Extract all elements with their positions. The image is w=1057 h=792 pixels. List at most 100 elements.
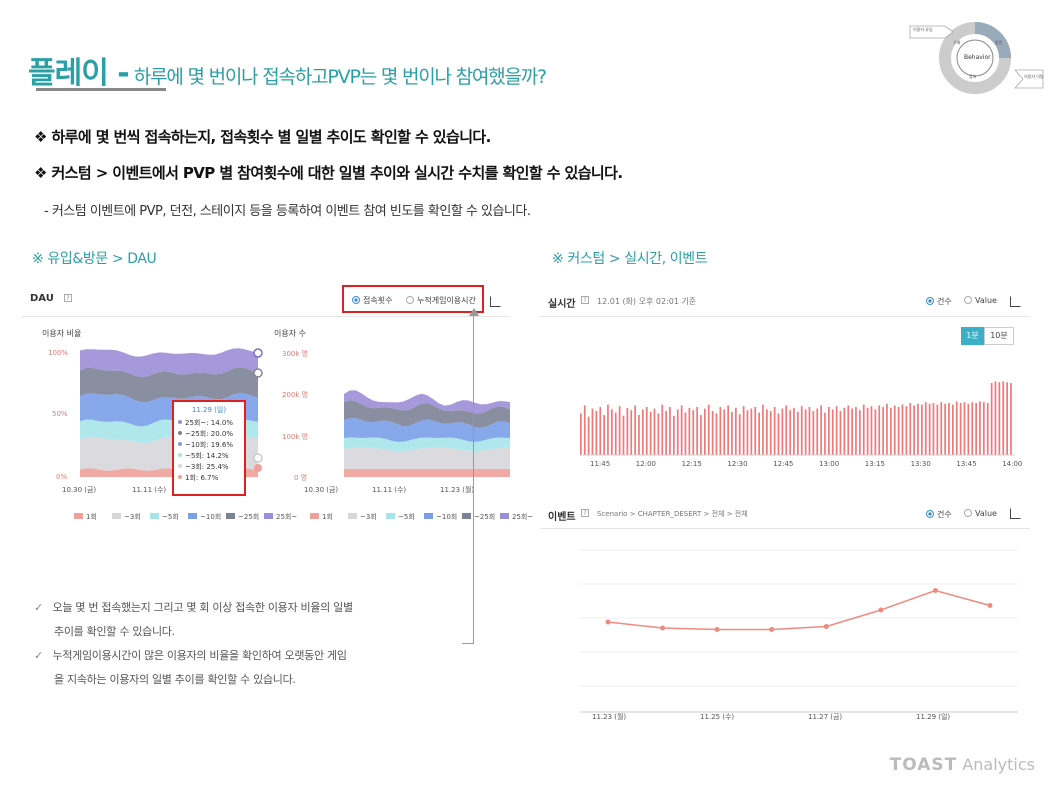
- realtime-bar: [638, 415, 640, 455]
- radio-on-icon: [926, 297, 934, 305]
- legend-swatch: [150, 513, 159, 519]
- help-icon[interactable]: ?: [581, 296, 589, 304]
- help-icon[interactable]: ?: [581, 509, 589, 517]
- legend-item[interactable]: ~10회: [424, 511, 462, 523]
- legend-swatch: [112, 513, 121, 519]
- realtime-xtick: 12:15: [681, 460, 702, 468]
- legend-label: ~3회: [124, 513, 141, 521]
- realtime-bar: [851, 408, 853, 455]
- behavior-label-inflow: 이용자 유입: [913, 27, 933, 32]
- c2-xtick-0: 10.30 (금): [304, 486, 339, 494]
- help-icon[interactable]: ?: [64, 294, 72, 302]
- realtime-bar: [676, 409, 679, 455]
- legend-item[interactable]: ~25회: [462, 511, 500, 523]
- realtime-bar: [921, 404, 923, 455]
- panel-divider: [540, 528, 1030, 529]
- legend-item[interactable]: 1회: [310, 511, 348, 523]
- legend-swatch: [74, 513, 83, 519]
- radio-playtime[interactable]: 누적게임이용시간: [406, 295, 476, 306]
- radio-visit-count[interactable]: 접속횟수: [352, 295, 392, 306]
- tooltip-row-text: 1회: 6.7%: [185, 474, 219, 482]
- legend-label: ~10회: [200, 513, 222, 521]
- external-link-icon[interactable]: [1010, 296, 1021, 307]
- realtime-bar: [766, 409, 768, 455]
- realtime-radio-value[interactable]: Value: [964, 296, 997, 305]
- realtime-bar: [781, 408, 784, 455]
- legend-item[interactable]: ~25회: [226, 511, 264, 523]
- legend-label: ~3회: [360, 513, 377, 521]
- check-text-2b: 을 지속하는 이용자의 일별 추이를 확인할 수 있습니다.: [54, 673, 296, 686]
- tooltip-row-text: ~3회: 25.4%: [185, 463, 229, 471]
- bullet-2: ❖ 커스텀 > 이벤트에서 PVP 별 참여횟수에 대한 일별 추이와 실시간 …: [34, 164, 623, 182]
- realtime-bar: [975, 403, 977, 455]
- legend-label: 1회: [86, 513, 97, 521]
- realtime-bar: [839, 411, 842, 455]
- c1-xtick-0: 10.30 (금): [62, 486, 97, 494]
- realtime-bar: [913, 405, 915, 455]
- chart2-legend: 1회 ~3회 ~5회 ~10회 ~25회 25회~: [310, 511, 533, 523]
- realtime-bar: [955, 401, 958, 455]
- legend-item[interactable]: ~3회: [348, 511, 386, 523]
- legend-swatch: [188, 513, 197, 519]
- behavior-label-visit: 방문: [995, 40, 1003, 45]
- event-xtick: 11.27 (금): [808, 713, 843, 721]
- realtime-bar: [661, 404, 664, 455]
- realtime-bar: [649, 411, 652, 455]
- hover-marker: [254, 464, 262, 472]
- tooltip-row-text: ~10회: 19.6%: [185, 441, 234, 449]
- external-link-icon[interactable]: [490, 296, 501, 307]
- title-sub: 하루에 몇 번이나 접속하고PVP는 몇 번이나 참여했을까?: [133, 66, 547, 88]
- realtime-bar: [793, 407, 795, 455]
- legend-item[interactable]: ~5회: [386, 511, 424, 523]
- toggle-1min[interactable]: 1분: [961, 327, 984, 345]
- realtime-bar: [630, 410, 633, 455]
- radio-on-icon: [352, 296, 360, 304]
- logo-product: Analytics: [962, 755, 1035, 774]
- legend-swatch: [310, 513, 319, 519]
- realtime-bar: [959, 403, 962, 455]
- legend-item[interactable]: ~5회: [150, 511, 188, 523]
- legend-label: ~10회: [436, 513, 458, 521]
- realtime-radio-count[interactable]: 건수: [926, 296, 952, 307]
- realtime-xtick: 12:30: [727, 460, 748, 468]
- legend-item[interactable]: 1회: [74, 511, 112, 523]
- chart2-title: 이용자 수: [274, 329, 306, 338]
- legend-item[interactable]: 25회~: [264, 511, 302, 523]
- sub-note: - 커스텀 이벤트에 PVP, 던전, 스테이지 등을 등록하여 이벤트 참여 …: [44, 204, 531, 219]
- realtime-bar: [797, 411, 799, 455]
- realtime-bar: [599, 407, 602, 455]
- realtime-bar: [735, 407, 737, 455]
- toast-analytics-logo: TOAST Analytics: [890, 755, 1035, 775]
- legend-item[interactable]: ~3회: [112, 511, 150, 523]
- checkmark-icon: ✓: [34, 649, 43, 662]
- chart-tooltip: 11.29 (일) 25회~: 14.0% ~25회: 20.0% ~10회: 19…: [172, 400, 246, 496]
- event-line-chart: [580, 549, 1018, 713]
- realtime-xtick: 13:00: [819, 460, 840, 468]
- external-link-icon[interactable]: [1010, 508, 1021, 519]
- realtime-bar: [862, 404, 865, 455]
- legend-label: 25회~: [512, 513, 534, 521]
- check-item-2: ✓ 누적게임이용시간이 많은 이용자의 비율을 확인하여 오랫동안 게임: [34, 644, 353, 668]
- realtime-bar: [800, 406, 803, 455]
- hover-marker: [253, 453, 263, 463]
- realtime-xtick: 13:45: [956, 460, 977, 468]
- arrow-up-icon: [469, 308, 479, 316]
- legend-item[interactable]: 25회~: [500, 511, 538, 523]
- realtime-bar: [715, 413, 718, 455]
- tooltip-row: ~25회: 20.0%: [178, 429, 240, 440]
- realtime-bar: [723, 409, 726, 455]
- realtime-bar: [696, 407, 698, 455]
- connector-line-h: [462, 643, 474, 644]
- event-radio-value[interactable]: Value: [964, 509, 997, 518]
- event-radio-value-label: Value: [975, 509, 997, 518]
- event-radio-count[interactable]: 건수: [926, 509, 952, 520]
- realtime-bar: [626, 407, 629, 455]
- toggle-10min[interactable]: 10분: [984, 327, 1014, 345]
- event-point: [605, 619, 611, 625]
- realtime-bar: [719, 407, 722, 455]
- realtime-bar: [684, 412, 687, 455]
- legend-item[interactable]: ~10회: [188, 511, 226, 523]
- tooltip-row-text: 25회~: 14.0%: [185, 419, 234, 427]
- event-panel: 이벤트 ? Scenario > CHAPTER_DESERT > 전체 > 전…: [540, 500, 1030, 730]
- realtime-xtick: 11:45: [590, 460, 611, 468]
